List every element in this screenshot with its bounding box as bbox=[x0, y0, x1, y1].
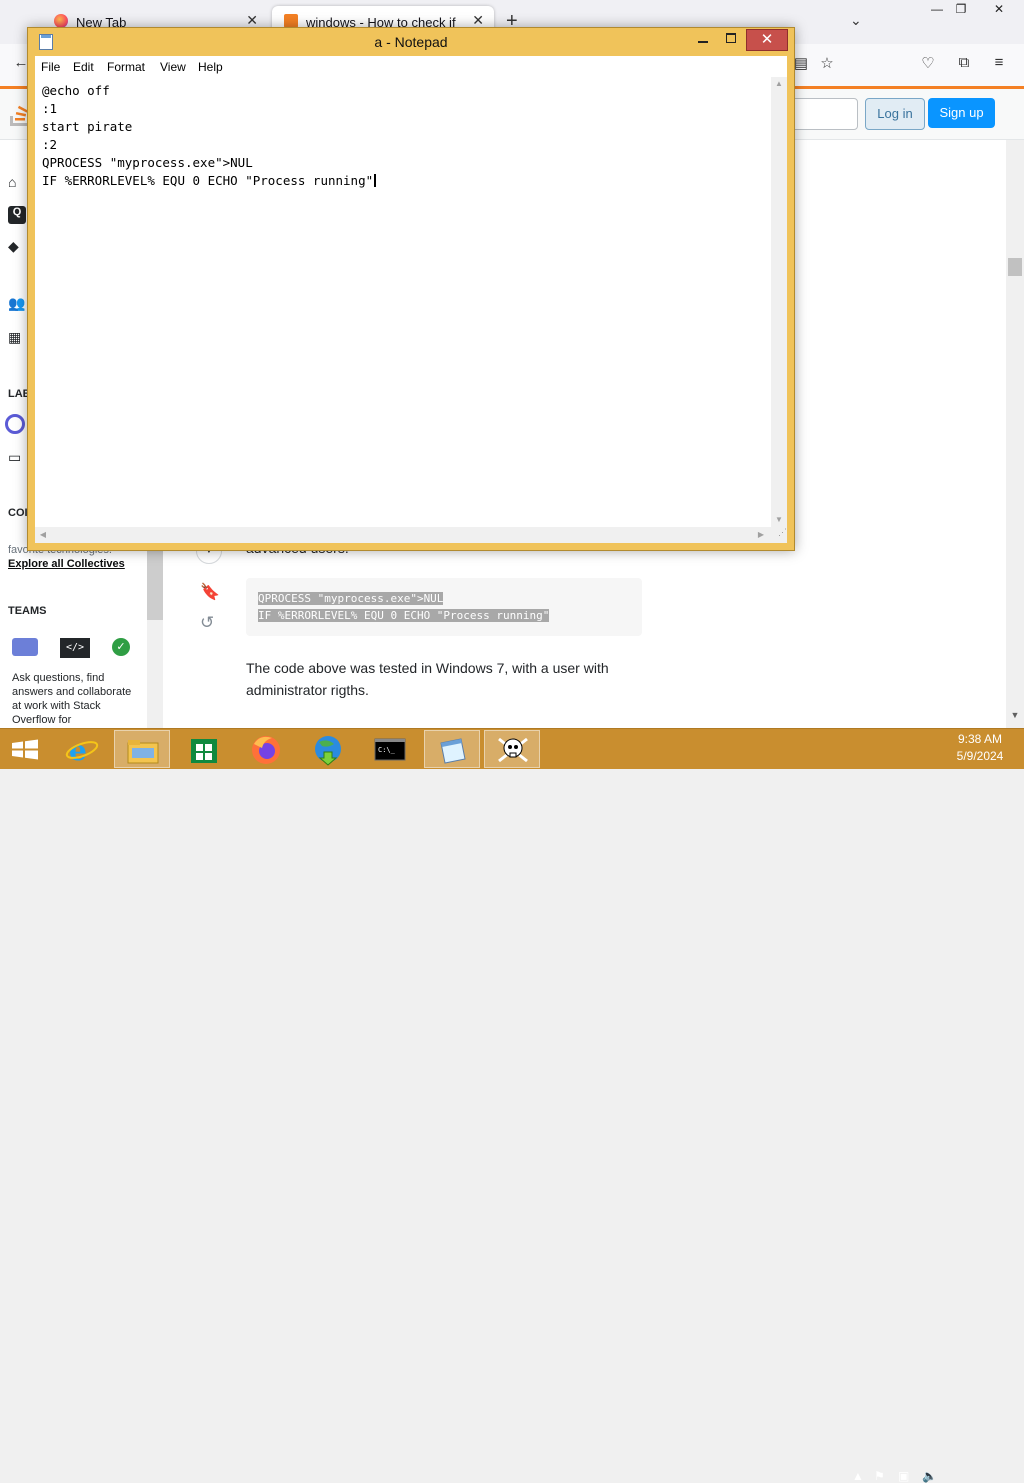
login-button[interactable]: Log in bbox=[865, 98, 925, 130]
users-icon[interactable]: 👥 bbox=[8, 295, 26, 313]
volume-muted-icon[interactable]: 🔈 bbox=[922, 1469, 937, 1483]
svg-text:C:\_: C:\_ bbox=[378, 746, 396, 754]
globe-download-icon bbox=[315, 736, 341, 766]
clock-date[interactable]: 5/9/2024 bbox=[950, 749, 1010, 763]
taskbar-file-explorer[interactable] bbox=[114, 730, 170, 768]
tags-icon[interactable]: ◆ bbox=[8, 238, 26, 256]
menu-view[interactable]: View bbox=[160, 60, 186, 74]
extensions-icon[interactable]: ⧉ bbox=[953, 54, 975, 76]
browser-maximize-button[interactable]: ❐ bbox=[946, 2, 976, 20]
text-editor[interactable]: @echo off :1 start pirate :2 QPROCESS "m… bbox=[35, 77, 787, 543]
window-title: a - Notepad bbox=[374, 34, 448, 50]
show-hidden-icons[interactable]: ▲ bbox=[852, 1469, 864, 1483]
chat-icon[interactable]: ▭ bbox=[8, 449, 26, 467]
page-scrollbar-track[interactable] bbox=[1006, 140, 1024, 728]
teams-chat-icon bbox=[12, 638, 38, 656]
taskbar-store[interactable] bbox=[176, 730, 232, 768]
taskbar-notepad[interactable] bbox=[424, 730, 480, 768]
maximize-button[interactable] bbox=[718, 30, 744, 48]
menu-file[interactable]: File bbox=[41, 60, 60, 74]
skull-crossbones-icon bbox=[498, 737, 528, 763]
clock-time[interactable]: 9:38 AM bbox=[950, 732, 1010, 746]
notepad-titlebar[interactable]: a - Notepad ✕ bbox=[28, 28, 794, 56]
menu-edit[interactable]: Edit bbox=[73, 60, 94, 74]
scroll-down-arrow-icon[interactable]: ▼ bbox=[1006, 710, 1024, 728]
resize-grip-icon[interactable]: ⋰ bbox=[771, 527, 787, 543]
taskbar-firefox[interactable] bbox=[238, 730, 294, 768]
editor-text: @echo off :1 start pirate :2 QPROCESS "m… bbox=[42, 83, 374, 188]
notepad-window[interactable]: a - Notepad ✕ File Edit Format View Help… bbox=[27, 27, 795, 551]
scroll-left-arrow-icon[interactable]: ◀ bbox=[35, 528, 51, 542]
discussions-icon[interactable] bbox=[5, 414, 25, 434]
taskbar-downloader[interactable] bbox=[300, 730, 356, 768]
close-button[interactable]: ✕ bbox=[746, 29, 788, 51]
notepad-icon bbox=[440, 738, 466, 764]
pocket-icon[interactable]: ♡ bbox=[917, 54, 939, 76]
menu-bar: File Edit Format View Help bbox=[35, 56, 787, 78]
network-icon[interactable]: ▣ bbox=[898, 1469, 909, 1483]
vertical-scrollbar[interactable]: ▲ ▼ bbox=[771, 77, 787, 527]
history-icon[interactable]: ↺ bbox=[200, 613, 214, 633]
companies-icon[interactable]: ▦ bbox=[8, 329, 26, 347]
teams-heading: TEAMS bbox=[8, 605, 47, 617]
stackoverflow-icon bbox=[284, 14, 298, 28]
taskbar-pirate[interactable] bbox=[484, 730, 540, 768]
start-button[interactable] bbox=[0, 730, 56, 768]
store-icon bbox=[191, 739, 217, 763]
questions-icon[interactable]: Q bbox=[8, 206, 26, 224]
code-icon: </> bbox=[60, 638, 90, 658]
explore-collectives-link[interactable]: Explore all Collectives bbox=[8, 558, 125, 570]
scroll-down-arrow-icon[interactable]: ▼ bbox=[771, 513, 787, 527]
internet-explorer-icon: e bbox=[65, 734, 99, 767]
answer-paragraph: The code above was tested in Windows 7, … bbox=[246, 660, 609, 698]
firefox-icon bbox=[54, 14, 68, 28]
list-all-tabs-button[interactable]: ⌄ bbox=[850, 12, 862, 29]
teams-description: Ask questions, find answers and collabor… bbox=[12, 672, 132, 726]
scroll-up-arrow-icon[interactable]: ▲ bbox=[771, 77, 787, 91]
svg-text:e: e bbox=[69, 734, 87, 767]
code-block: QPROCESS "myprocess.exe">NUL IF %ERRORLE… bbox=[246, 578, 642, 636]
page-scrollbar-thumb[interactable] bbox=[1008, 258, 1022, 276]
code-line: IF %ERRORLEVEL% EQU 0 ECHO "Process runn… bbox=[258, 609, 550, 622]
minimize-button[interactable] bbox=[690, 30, 716, 48]
home-icon[interactable]: ⌂ bbox=[8, 174, 26, 192]
browser-close-button[interactable]: ✕ bbox=[984, 2, 1014, 20]
taskbar-command-prompt[interactable]: C:\_ bbox=[362, 730, 418, 768]
folder-icon bbox=[127, 740, 159, 764]
menu-help[interactable]: Help bbox=[198, 60, 223, 74]
taskbar-internet-explorer[interactable]: e bbox=[54, 730, 110, 768]
firefox-icon bbox=[252, 736, 280, 764]
taskbar: e C:\_ ▲ ⚑ ▣ 🔈 bbox=[0, 728, 1024, 1483]
text-caret bbox=[374, 174, 377, 187]
scroll-right-arrow-icon[interactable]: ▶ bbox=[753, 528, 769, 542]
menu-format[interactable]: Format bbox=[107, 60, 145, 74]
code-line: QPROCESS "myprocess.exe">NUL bbox=[258, 592, 444, 605]
bookmark-icon[interactable]: 🔖 bbox=[200, 582, 220, 602]
menu-icon[interactable]: ≡ bbox=[988, 54, 1010, 76]
signup-button[interactable]: Sign up bbox=[928, 98, 995, 128]
action-center-flag-icon[interactable]: ⚑ bbox=[874, 1469, 885, 1483]
command-prompt-icon: C:\_ bbox=[374, 738, 406, 761]
horizontal-scrollbar[interactable]: ◀ ▶ bbox=[35, 527, 771, 543]
windows-logo-icon bbox=[12, 739, 38, 760]
bookmark-star-icon[interactable]: ☆ bbox=[816, 54, 838, 76]
collectives-heading: COI bbox=[8, 507, 28, 519]
editor-content[interactable]: @echo off :1 start pirate :2 QPROCESS "m… bbox=[42, 82, 377, 190]
checkmark-icon: ✓ bbox=[112, 638, 130, 656]
